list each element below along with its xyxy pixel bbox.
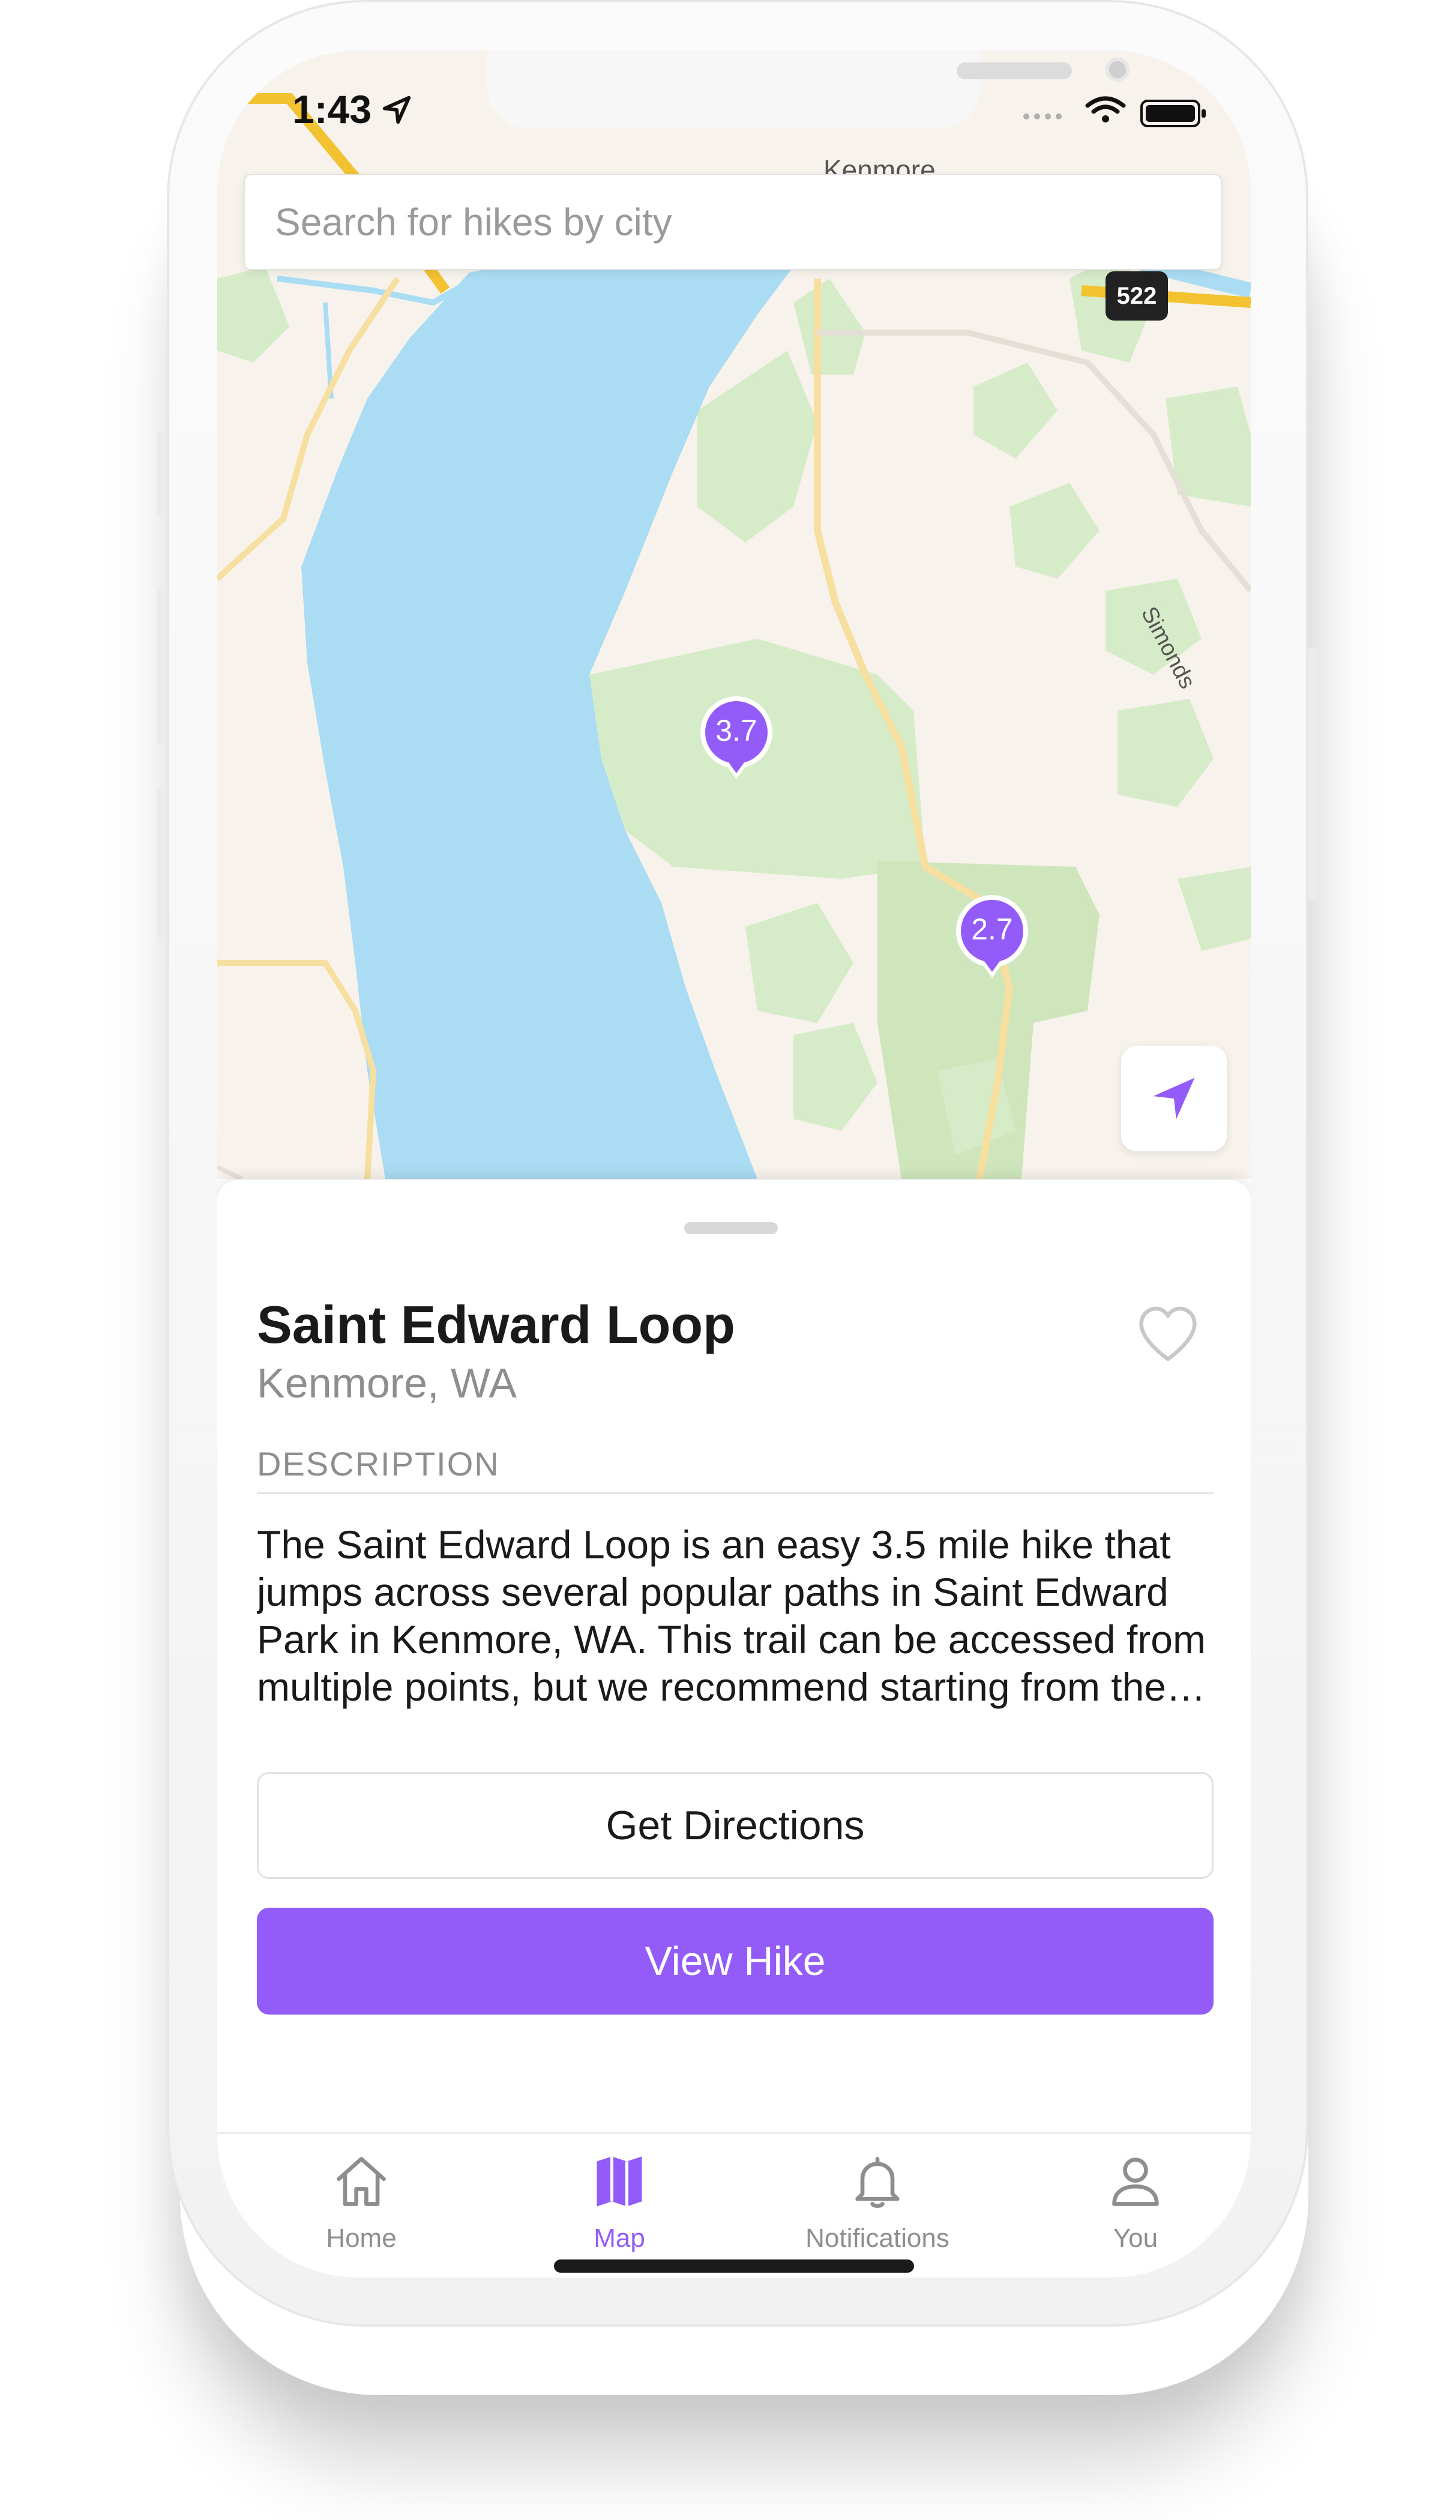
pin-rating: 2.7 bbox=[971, 912, 1013, 946]
trail-location: Kenmore, WA bbox=[257, 1360, 517, 1406]
location-arrow-icon bbox=[1153, 1078, 1195, 1120]
tab-label: Notifications bbox=[805, 2223, 949, 2253]
get-directions-button[interactable]: Get Directions bbox=[257, 1772, 1214, 1879]
map-icon bbox=[597, 2156, 642, 2207]
front-camera bbox=[1106, 58, 1130, 82]
tab-label: You bbox=[1113, 2223, 1158, 2253]
wifi-dot bbox=[1102, 115, 1109, 122]
speaker bbox=[957, 62, 1072, 79]
trail-title: Saint Edward Loop bbox=[257, 1295, 735, 1354]
person-icon bbox=[1112, 2157, 1159, 2206]
battery-icon bbox=[1140, 100, 1206, 127]
status-icons bbox=[1023, 96, 1206, 127]
phone-screen: Kenmore Simonds 522 1:43 Search for hike… bbox=[217, 50, 1251, 2277]
trail-description: The Saint Edward Loop is an easy 3.5 mil… bbox=[257, 1522, 1206, 1709]
status-time: 1:43 bbox=[292, 87, 372, 131]
bell-icon bbox=[855, 2157, 900, 2208]
divider bbox=[257, 1492, 1214, 1494]
tab-notifications[interactable]: Notifications bbox=[787, 2151, 967, 2265]
map-pin[interactable]: 3.7 bbox=[697, 695, 775, 782]
description-heading: DESCRIPTION bbox=[257, 1445, 500, 1483]
wifi-icon bbox=[1085, 96, 1126, 114]
tab-label: Home bbox=[326, 2223, 397, 2253]
trail-detail-sheet: Saint Edward Loop Kenmore, WA DESCRIPTIO… bbox=[217, 1180, 1251, 2277]
view-hike-button[interactable]: View Hike bbox=[257, 1908, 1214, 2015]
tab-map[interactable]: Map bbox=[529, 2151, 709, 2265]
pin-rating: 3.7 bbox=[715, 714, 757, 747]
search-bar[interactable] bbox=[244, 174, 1222, 270]
volume-down-button bbox=[157, 786, 167, 942]
search-input[interactable] bbox=[274, 199, 1176, 245]
signal-icon bbox=[1023, 113, 1062, 119]
home-icon bbox=[337, 2157, 386, 2206]
route-shield: 522 bbox=[1106, 271, 1168, 321]
notch bbox=[487, 50, 1130, 128]
tab-home[interactable]: Home bbox=[271, 2151, 451, 2265]
power-button bbox=[1308, 648, 1318, 900]
home-indicator[interactable] bbox=[554, 2259, 914, 2273]
tab-bar-divider bbox=[217, 2132, 1251, 2134]
locate-me-button[interactable] bbox=[1121, 1046, 1227, 1151]
location-services-icon bbox=[382, 95, 411, 124]
map-pin[interactable]: 2.7 bbox=[953, 894, 1031, 981]
tab-label: Map bbox=[594, 2223, 645, 2253]
mute-switch bbox=[157, 432, 167, 516]
heart-icon[interactable] bbox=[1134, 1300, 1202, 1367]
tab-you[interactable]: You bbox=[1045, 2151, 1226, 2265]
sheet-grabber[interactable] bbox=[684, 1222, 778, 1234]
volume-up-button bbox=[157, 588, 167, 744]
